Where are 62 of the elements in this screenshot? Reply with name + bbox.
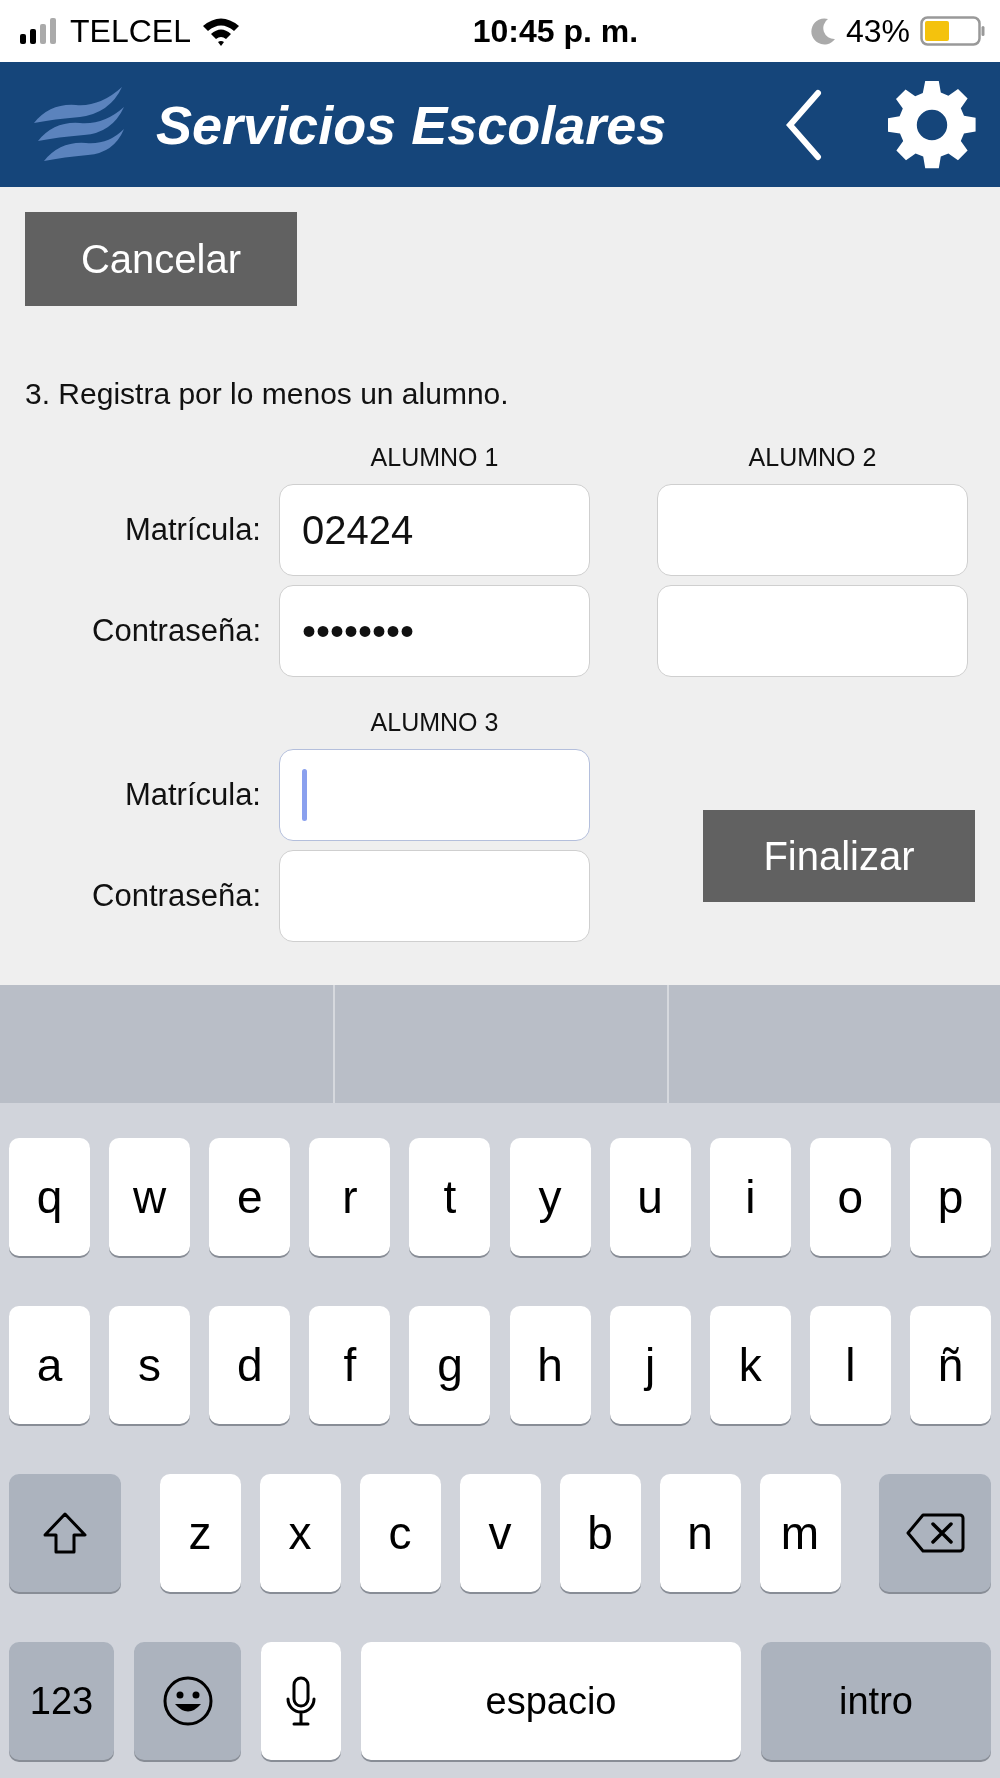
clock-time: 10:45 p. m. [472,12,639,50]
shift-key[interactable] [9,1474,121,1592]
input-field[interactable] [657,585,968,677]
instruction-text: 3. Registra por lo menos un alumno. [25,376,510,412]
letter-key[interactable]: e [209,1138,291,1256]
letter-key[interactable]: a [9,1306,90,1424]
letter-key[interactable]: c [359,1474,441,1592]
microphone-icon [284,1675,318,1727]
letter-key[interactable]: m [759,1474,841,1592]
letter-key[interactable]: f [309,1306,391,1424]
dictation-key[interactable] [261,1642,341,1760]
letter-key[interactable]: h [509,1306,591,1424]
letter-key[interactable]: v [459,1474,541,1592]
letter-key[interactable]: w [109,1138,191,1256]
return-key[interactable]: intro [761,1642,991,1760]
letter-key[interactable]: ñ [910,1306,991,1424]
back-chevron-icon[interactable] [784,88,824,161]
letter-key[interactable]: l [809,1306,891,1424]
finish-button[interactable]: Finalizar [703,810,975,902]
student-heading: ALUMNO 2 [747,442,878,472]
backspace-icon [905,1512,965,1554]
carrier-name: TELCEL [70,12,191,50]
input-field[interactable]: •••••••• [279,585,590,677]
input-field[interactable] [279,850,590,942]
numbers-key[interactable]: 123 [9,1642,114,1760]
field-label: Contraseña: [91,878,261,914]
emoji-key[interactable] [134,1642,241,1760]
text-cursor [302,769,307,821]
shift-icon [42,1511,88,1555]
battery-icon [920,16,986,46]
letter-key[interactable]: p [910,1138,991,1256]
student-heading: ALUMNO 1 [369,442,500,472]
letter-key[interactable]: b [559,1474,641,1592]
letter-key[interactable]: g [409,1306,491,1424]
cancel-button[interactable]: Cancelar [25,212,297,306]
field-label: Matrícula: [123,777,261,813]
letter-key[interactable]: y [509,1138,591,1256]
space-key[interactable]: espacio [361,1642,741,1760]
backspace-key[interactable] [879,1474,991,1592]
moon-icon [809,17,836,45]
letter-key[interactable]: t [409,1138,491,1256]
letter-key[interactable]: q [9,1138,90,1256]
input-field[interactable] [279,749,590,841]
letter-key[interactable]: n [659,1474,741,1592]
letter-key[interactable]: u [609,1138,691,1256]
app-title: Servicios Escolares [156,93,668,156]
battery-percentage: 43% [845,12,910,50]
letter-key[interactable]: r [309,1138,391,1256]
input-field[interactable]: 02424 [279,484,590,576]
input-field[interactable] [657,484,968,576]
letter-key[interactable]: d [209,1306,291,1424]
field-label: Matrícula: [123,512,261,548]
field-label: Contraseña: [91,613,261,649]
letter-key[interactable]: x [259,1474,341,1592]
letter-key[interactable]: j [609,1306,691,1424]
letter-key[interactable]: s [109,1306,191,1424]
letter-key[interactable]: z [159,1474,241,1592]
letter-key[interactable]: i [709,1138,791,1256]
student-heading: ALUMNO 3 [369,707,500,737]
letter-key[interactable]: k [709,1306,791,1424]
emoji-icon [161,1675,214,1727]
letter-key[interactable]: o [809,1138,891,1256]
